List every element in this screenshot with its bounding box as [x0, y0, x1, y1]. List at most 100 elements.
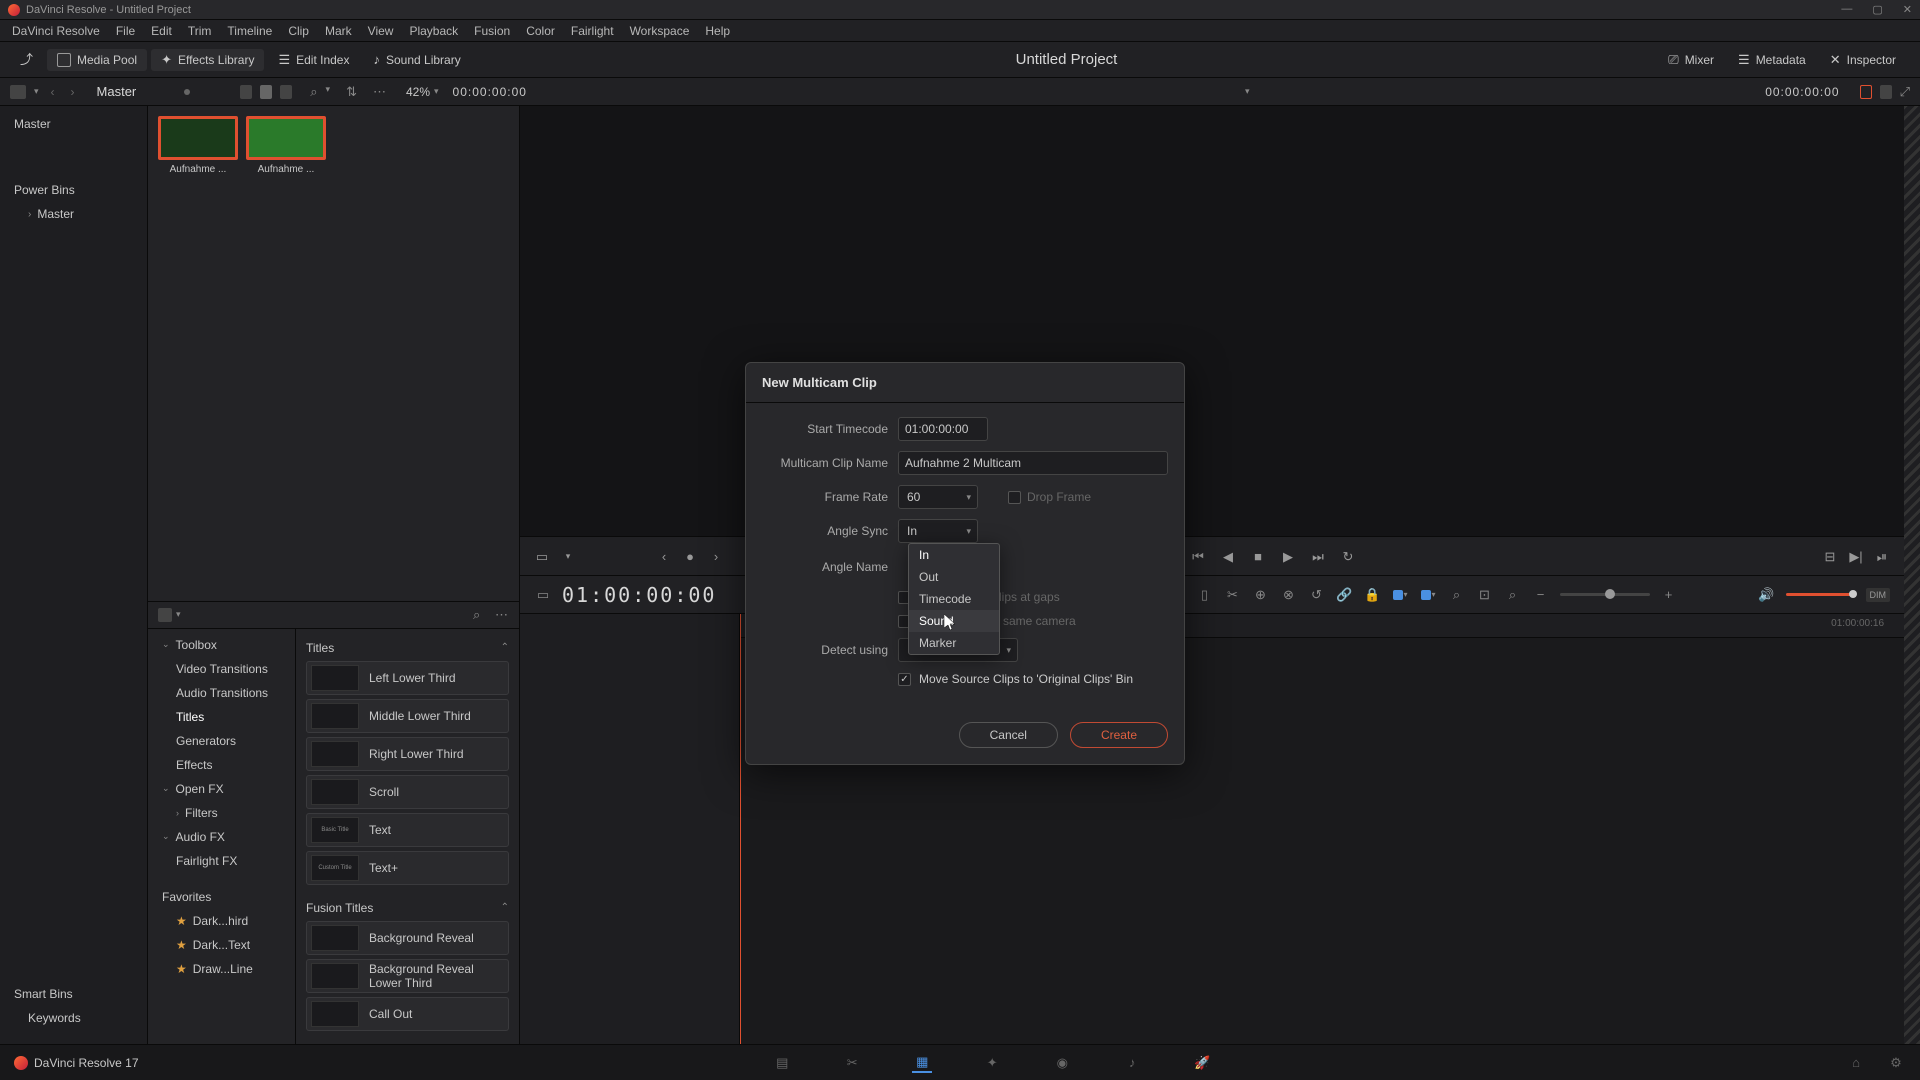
last-frame-icon[interactable]: ⏭ — [1310, 548, 1326, 564]
power-bins-header[interactable]: Power Bins — [0, 178, 147, 202]
volume-icon[interactable]: 🔊 — [1758, 586, 1776, 604]
deliver-page-tab[interactable]: 🚀 — [1192, 1053, 1212, 1073]
favorite-item[interactable]: ★Dark...hird — [148, 909, 295, 933]
power-bin-master[interactable]: ›Master — [0, 202, 147, 226]
media-pool-toggle[interactable]: Media Pool — [47, 49, 147, 71]
favorites-header[interactable]: Favorites — [148, 885, 295, 909]
menu-view[interactable]: View — [360, 24, 402, 38]
dropdown-option-timecode[interactable]: Timecode — [909, 588, 999, 610]
menu-timeline[interactable]: Timeline — [219, 24, 280, 38]
dropdown-option-sound[interactable]: Sound — [909, 610, 999, 632]
title-preset[interactable]: Background Reveal — [306, 921, 509, 955]
export-button[interactable]: ⤴ — [10, 49, 43, 70]
nav-back[interactable]: ‹ — [47, 85, 59, 99]
go-end-icon[interactable]: ⏯ — [1874, 548, 1890, 564]
link-icon[interactable]: 🔗 — [1336, 586, 1354, 604]
dropdown-option-out[interactable]: Out — [909, 566, 999, 588]
dropdown-option-in[interactable]: In — [909, 544, 999, 566]
viewer-mode-icon[interactable]: ▭ — [534, 548, 550, 564]
title-preset[interactable]: Left Lower Third — [306, 661, 509, 695]
video-transitions-node[interactable]: Video Transitions — [148, 657, 295, 681]
minimize-button[interactable]: — — [1841, 3, 1852, 16]
effects-node[interactable]: Effects — [148, 753, 295, 777]
menu-file[interactable]: File — [108, 24, 143, 38]
title-preset[interactable]: Basic TitleText — [306, 813, 509, 847]
match-icon[interactable]: ⊟ — [1822, 548, 1838, 564]
toolbox-node[interactable]: ⌄Toolbox — [148, 633, 295, 657]
title-preset[interactable]: Scroll — [306, 775, 509, 809]
menu-fusion[interactable]: Fusion — [466, 24, 518, 38]
search-icon[interactable]: ⌕ — [473, 608, 487, 622]
play-icon[interactable]: ▶ — [1280, 548, 1296, 564]
view-thumb-icon[interactable] — [260, 85, 272, 99]
favorite-item[interactable]: ★Draw...Line — [148, 957, 295, 981]
metadata-toggle[interactable]: ☰Metadata — [1728, 49, 1816, 71]
chevron-down-icon[interactable]: ▾ — [326, 85, 331, 99]
close-button[interactable]: ✕ — [1903, 3, 1912, 16]
insert-icon[interactable]: ⊕ — [1252, 586, 1270, 604]
viewer-select-chevron[interactable]: ▾ — [1245, 87, 1250, 96]
effects-library-toggle[interactable]: ✦Effects Library — [151, 49, 264, 71]
title-preset[interactable]: Background Reveal Lower Third — [306, 959, 509, 993]
openfx-node[interactable]: ⌄Open FX — [148, 777, 295, 801]
flag-icon[interactable]: ▾ — [1392, 586, 1410, 604]
menu-fairlight[interactable]: Fairlight — [563, 24, 622, 38]
menu-color[interactable]: Color — [518, 24, 563, 38]
zoom-out-icon[interactable]: − — [1532, 586, 1550, 604]
fairlight-page-tab[interactable]: ♪ — [1122, 1053, 1142, 1073]
bin-master[interactable]: Master — [0, 112, 147, 136]
menu-trim[interactable]: Trim — [180, 24, 220, 38]
effects-view-icon[interactable] — [158, 608, 172, 622]
start-tc-input[interactable] — [898, 417, 988, 441]
fusion-titles-header[interactable]: Fusion Titles⌃ — [306, 895, 509, 921]
create-button[interactable]: Create — [1070, 722, 1168, 748]
first-frame-icon[interactable]: ⏮ — [1190, 548, 1206, 564]
viewer-canvas[interactable] — [520, 106, 1904, 536]
zoom-fit-icon[interactable]: ⊡ — [1476, 586, 1494, 604]
color-page-tab[interactable]: ◉ — [1052, 1053, 1072, 1073]
volume-slider[interactable] — [1786, 593, 1856, 596]
marker-icon[interactable]: ▾ — [1420, 586, 1438, 604]
view-list-icon[interactable] — [280, 85, 292, 99]
clip-name-input[interactable] — [898, 451, 1168, 475]
timeline-view-icon[interactable]: ▭ — [534, 586, 552, 604]
generators-node[interactable]: Generators — [148, 729, 295, 753]
stop-icon[interactable]: ■ — [1250, 548, 1266, 564]
smart-bins-header[interactable]: Smart Bins — [0, 982, 147, 1006]
audiofx-node[interactable]: ⌄Audio FX — [148, 825, 295, 849]
menu-icon[interactable]: ⋯ — [495, 608, 509, 622]
dropdown-icon[interactable]: ▾ — [34, 87, 39, 96]
fusion-page-tab[interactable]: ✦ — [982, 1053, 1002, 1073]
zoom-detail-icon[interactable]: ⌕ — [1504, 586, 1522, 604]
chevron-down-icon[interactable]: ▾ — [176, 610, 181, 619]
fairlightfx-node[interactable]: Fairlight FX — [148, 849, 295, 873]
zoom-in-icon[interactable]: + — [1660, 586, 1678, 604]
reverse-play-icon[interactable]: ◀ — [1220, 548, 1236, 564]
breadcrumb[interactable]: Master — [97, 84, 137, 99]
dropdown-option-marker[interactable]: Marker — [909, 632, 999, 654]
favorite-item[interactable]: ★Dark...Text — [148, 933, 295, 957]
clip-thumbnail[interactable]: Aufnahme ... — [158, 116, 238, 175]
sort-icon[interactable]: ⇅ — [346, 85, 357, 99]
view-metadata-icon[interactable] — [240, 85, 252, 99]
clip-thumbnail[interactable]: Aufnahme ... — [246, 116, 326, 175]
smart-bin-keywords[interactable]: Keywords — [0, 1006, 147, 1030]
selection-tool-icon[interactable]: ▯ — [1196, 586, 1214, 604]
menu-playback[interactable]: Playback — [401, 24, 466, 38]
title-preset[interactable]: Call Out — [306, 997, 509, 1031]
title-preset[interactable]: Middle Lower Third — [306, 699, 509, 733]
lock-icon[interactable]: 🔒 — [1364, 586, 1382, 604]
zoom-search-icon[interactable]: ⌕ — [1448, 586, 1466, 604]
prev-edit-icon[interactable]: ‹ — [656, 548, 672, 564]
playhead[interactable] — [740, 614, 741, 1044]
drop-frame-checkbox[interactable]: Drop Frame — [1008, 490, 1091, 504]
menu-mark[interactable]: Mark — [317, 24, 360, 38]
cancel-button[interactable]: Cancel — [959, 722, 1058, 748]
inspector-toggle[interactable]: ✕Inspector — [1820, 49, 1906, 71]
menu-edit[interactable]: Edit — [143, 24, 180, 38]
dim-badge[interactable]: DIM — [1866, 588, 1891, 602]
expand-viewer-icon[interactable]: ⤢ — [1900, 85, 1910, 99]
nav-forward[interactable]: › — [67, 85, 79, 99]
go-next-icon[interactable]: ▶| — [1848, 548, 1864, 564]
options-icon[interactable]: ⋯ — [373, 85, 386, 99]
